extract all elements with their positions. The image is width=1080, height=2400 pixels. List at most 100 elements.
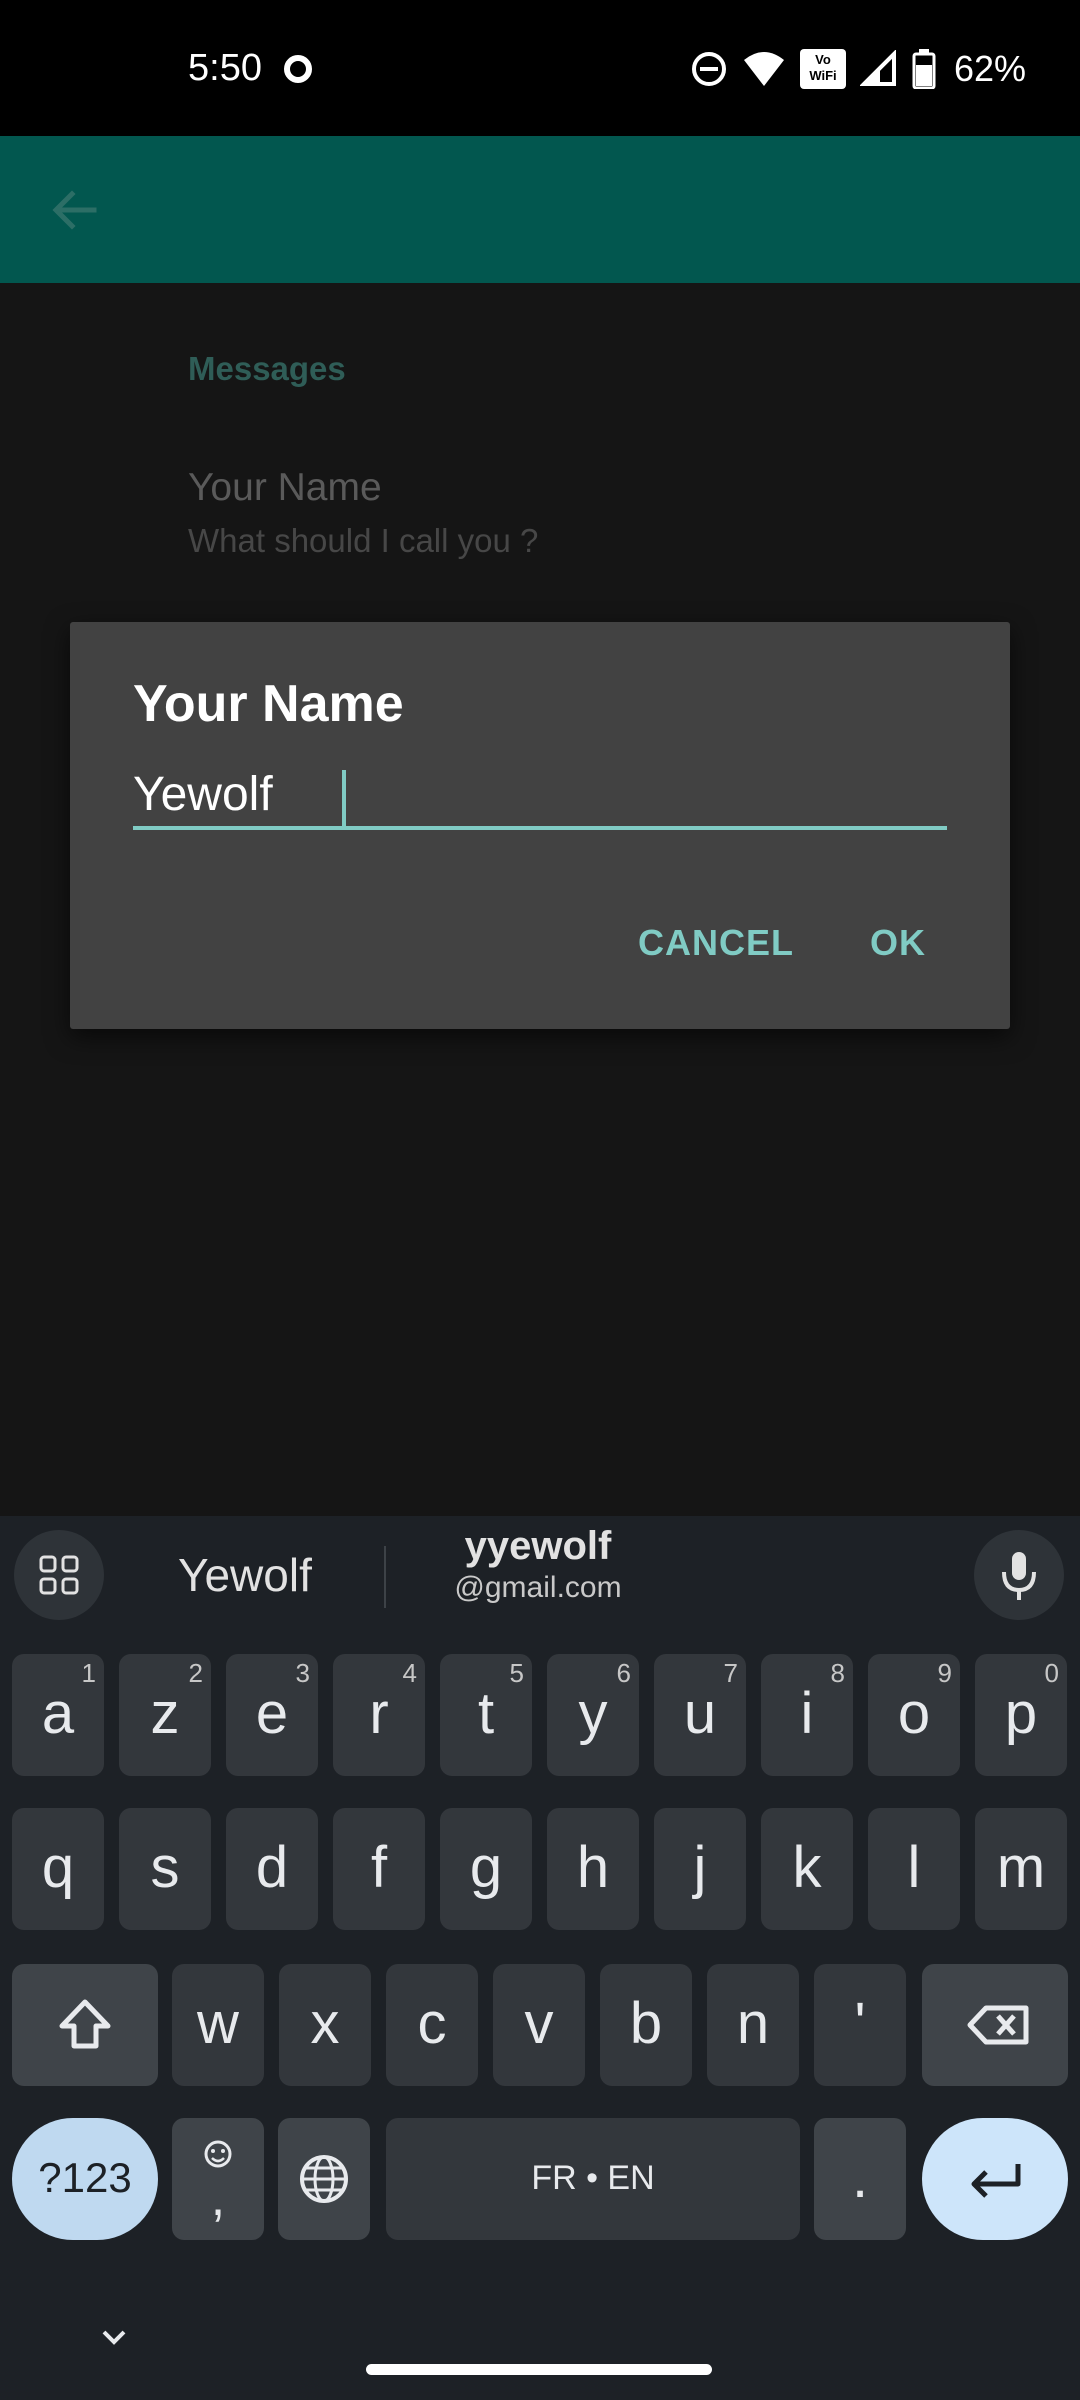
text-cursor bbox=[342, 770, 346, 830]
battery-percent: 62% bbox=[954, 48, 1027, 89]
key-label: c bbox=[417, 1991, 447, 2056]
vowifi-icon: Vo WiFi bbox=[800, 49, 846, 89]
key-label: w bbox=[197, 1991, 239, 2056]
status-icons: Vo WiFi 62% bbox=[690, 44, 1026, 94]
key-hint: 0 bbox=[1044, 1658, 1059, 1688]
globe-icon bbox=[300, 2155, 348, 2203]
do-not-disturb-icon bbox=[692, 52, 726, 86]
shift-key[interactable] bbox=[12, 1964, 158, 2086]
key-q[interactable]: q bbox=[12, 1808, 104, 1930]
period-key[interactable]: . bbox=[814, 2118, 906, 2240]
key-p[interactable]: p0 bbox=[975, 1654, 1067, 1776]
key-s[interactable]: s bbox=[119, 1808, 211, 1930]
key-n[interactable]: n bbox=[707, 1964, 799, 2086]
shift-icon bbox=[59, 1999, 111, 2049]
notification-dot-icon bbox=[284, 55, 312, 83]
key-label: k bbox=[792, 1835, 822, 1900]
key-x[interactable]: x bbox=[279, 1964, 371, 2086]
key-hint: 8 bbox=[830, 1658, 845, 1688]
key-f[interactable]: f bbox=[333, 1808, 425, 1930]
key-label: v bbox=[524, 1991, 554, 2056]
key-v[interactable]: v bbox=[493, 1964, 585, 2086]
keyboard-apps-button[interactable] bbox=[14, 1530, 104, 1620]
keyboard: Yewolf yyewolf @gmail.com a1z2e3r4t5y6u7… bbox=[0, 1516, 1080, 2400]
battery-icon bbox=[912, 49, 936, 89]
voice-input-button[interactable] bbox=[974, 1530, 1064, 1620]
key-o[interactable]: o9 bbox=[868, 1654, 960, 1776]
key-label: n bbox=[736, 1991, 770, 2056]
suggestion-2[interactable]: yyewolf @gmail.com bbox=[448, 1524, 628, 1605]
key-label: j bbox=[693, 1835, 707, 1900]
symbols-key[interactable]: ?123 bbox=[12, 2118, 158, 2240]
backspace-icon bbox=[967, 2005, 1029, 2045]
key-hint: 1 bbox=[81, 1658, 96, 1688]
language-key[interactable] bbox=[278, 2118, 370, 2240]
key-hint: 2 bbox=[188, 1658, 203, 1688]
key-t[interactable]: t5 bbox=[440, 1654, 532, 1776]
arrow-back-icon[interactable] bbox=[44, 180, 104, 240]
key-y[interactable]: y6 bbox=[547, 1654, 639, 1776]
key-r[interactable]: r4 bbox=[333, 1654, 425, 1776]
key-u[interactable]: u7 bbox=[654, 1654, 746, 1776]
key-l[interactable]: l bbox=[868, 1808, 960, 1930]
key-w[interactable]: w bbox=[172, 1964, 264, 2086]
preference-title[interactable]: Your Name bbox=[188, 466, 382, 510]
key-m[interactable]: m bbox=[975, 1808, 1067, 1930]
preference-summary: What should I call you ? bbox=[188, 522, 539, 559]
key-c[interactable]: c bbox=[386, 1964, 478, 2086]
key-label: q bbox=[41, 1835, 75, 1900]
space-key[interactable]: FR • EN bbox=[386, 2118, 800, 2240]
key-e[interactable]: e3 bbox=[226, 1654, 318, 1776]
key-apostrophe[interactable]: ' bbox=[814, 1964, 906, 2086]
app-bar bbox=[0, 136, 1080, 283]
gesture-nav-handle[interactable] bbox=[366, 2364, 712, 2375]
enter-key[interactable] bbox=[922, 2118, 1068, 2240]
key-j[interactable]: j bbox=[654, 1808, 746, 1930]
key-hint: 4 bbox=[402, 1658, 417, 1688]
dialog-title: Your Name bbox=[133, 675, 404, 733]
key-label: g bbox=[469, 1835, 503, 1900]
key-hint: 9 bbox=[937, 1658, 952, 1688]
ok-button[interactable]: OK bbox=[870, 922, 926, 964]
suggestion-divider bbox=[384, 1546, 386, 1608]
key-z[interactable]: z2 bbox=[119, 1654, 211, 1776]
key-d[interactable]: d bbox=[226, 1808, 318, 1930]
key-label: d bbox=[255, 1835, 289, 1900]
key-h[interactable]: h bbox=[547, 1808, 639, 1930]
key-label: ' bbox=[854, 1991, 866, 2056]
key-label: b bbox=[629, 1991, 663, 2056]
enter-icon bbox=[971, 2164, 1021, 2198]
key-label: x bbox=[310, 1991, 340, 2056]
key-label: l bbox=[907, 1835, 921, 1900]
category-header: Messages bbox=[188, 350, 346, 387]
key-label: s bbox=[150, 1835, 180, 1900]
status-time: 5:50 bbox=[188, 47, 262, 89]
backspace-key[interactable] bbox=[922, 1964, 1068, 2086]
status-bar: 5:50 Vo WiFi 62% bbox=[0, 0, 1080, 136]
wifi-icon bbox=[744, 52, 784, 86]
key-b[interactable]: b bbox=[600, 1964, 692, 2086]
hide-keyboard-icon[interactable] bbox=[94, 2318, 134, 2358]
suggestion-2-sub: @gmail.com bbox=[454, 1571, 622, 1604]
key-label: h bbox=[576, 1835, 610, 1900]
key-label: m bbox=[996, 1835, 1046, 1900]
suggestion-1[interactable]: Yewolf bbox=[178, 1548, 312, 1602]
key-hint: 7 bbox=[723, 1658, 738, 1688]
key-hint: 3 bbox=[295, 1658, 310, 1688]
cancel-button[interactable]: CANCEL bbox=[638, 922, 794, 964]
symbols-key-label: ?123 bbox=[38, 2154, 132, 2201]
key-i[interactable]: i8 bbox=[761, 1654, 853, 1776]
key-label: f bbox=[370, 1835, 388, 1900]
suggestion-bar: Yewolf yyewolf @gmail.com bbox=[0, 1516, 1080, 1626]
key-hint: 6 bbox=[616, 1658, 631, 1688]
key-a[interactable]: a1 bbox=[12, 1654, 104, 1776]
name-dialog: Your Name CANCEL OK bbox=[70, 622, 1010, 1029]
microphone-icon bbox=[1002, 1552, 1036, 1600]
name-input[interactable] bbox=[133, 762, 947, 830]
signal-icon bbox=[860, 50, 896, 86]
key-k[interactable]: k bbox=[761, 1808, 853, 1930]
space-key-label: FR • EN bbox=[531, 2159, 655, 2197]
key-g[interactable]: g bbox=[440, 1808, 532, 1930]
emoji-comma-key[interactable]: , bbox=[172, 2118, 264, 2240]
key-hint: 5 bbox=[509, 1658, 524, 1688]
